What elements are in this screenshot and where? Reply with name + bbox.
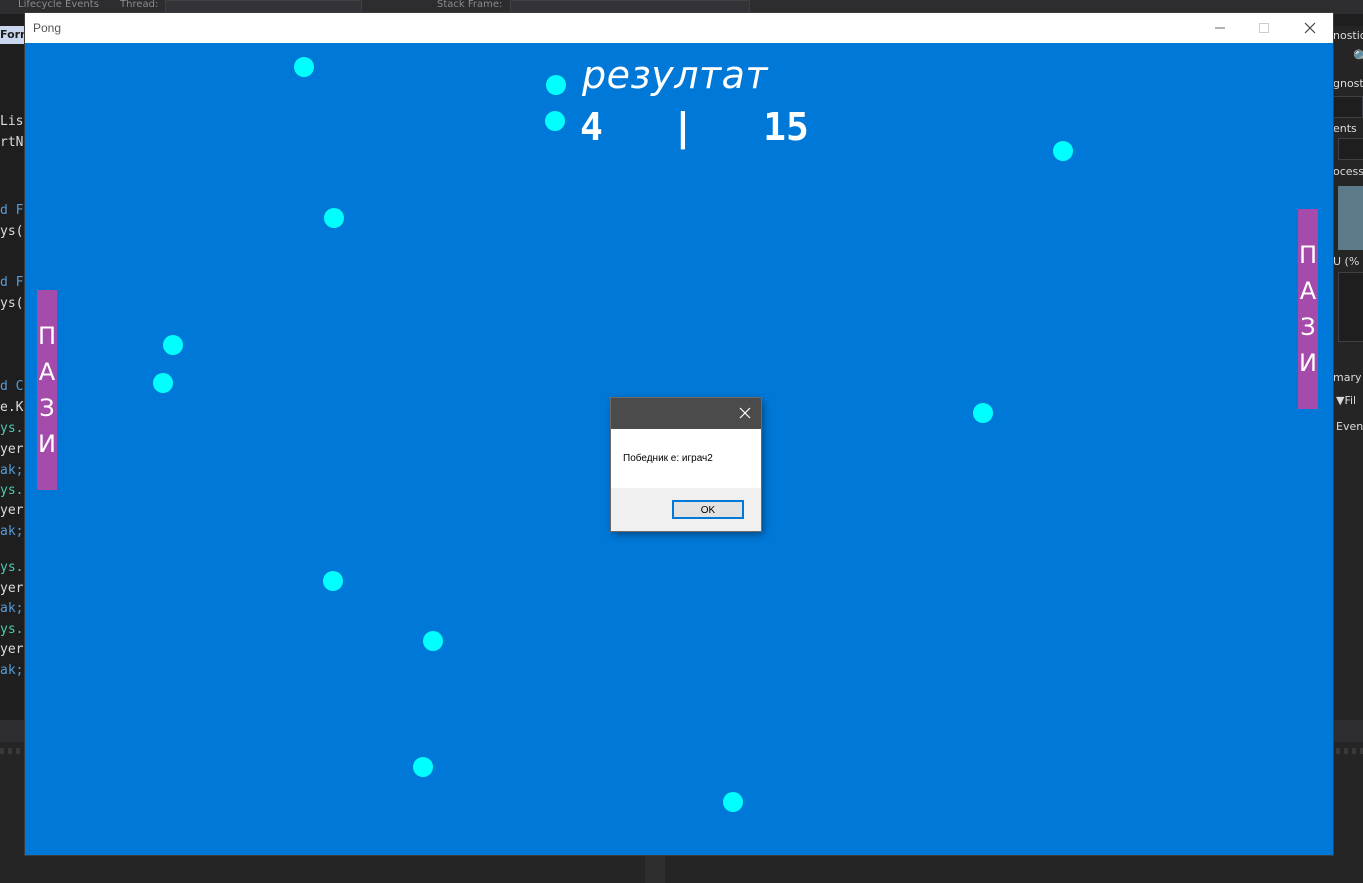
minimize-button[interactable]: [1197, 13, 1243, 43]
cpu-graph: [1338, 272, 1363, 342]
score-title: резултат: [582, 53, 769, 97]
ball: [324, 208, 344, 228]
code-line: List: [0, 114, 25, 129]
ball: [294, 57, 314, 77]
filter-button[interactable]: ▼Fil: [1336, 394, 1356, 407]
events-track[interactable]: [1338, 138, 1363, 160]
filter-label: Fil: [1344, 394, 1357, 407]
paddle-letter: З: [39, 394, 55, 422]
code-line: ys.: [0, 483, 24, 498]
ball: [723, 792, 743, 812]
paddle-letter: А: [1299, 277, 1317, 305]
stack-frame-dropdown[interactable]: [510, 0, 750, 14]
left-paddle: П А З И: [37, 290, 57, 490]
thread-label: Thread:: [120, 0, 159, 10]
ball: [153, 373, 173, 393]
window-title: Pong: [33, 21, 62, 35]
code-line: yer: [0, 503, 24, 518]
diagnostics-label-2: gnostic: [1333, 77, 1363, 90]
code-line: rtN: [0, 135, 24, 150]
score-left: 4: [580, 105, 603, 149]
ball: [973, 403, 993, 423]
code-line: d F: [0, 203, 24, 218]
code-line: ys(: [0, 296, 24, 311]
code-line: ak;: [0, 463, 24, 478]
close-icon: [1304, 22, 1316, 34]
code-line: yer: [0, 581, 24, 596]
code-line: d C: [0, 379, 24, 394]
lifecycle-events-label[interactable]: Lifecycle Events: [18, 0, 99, 10]
ball: [545, 111, 565, 131]
ball: [546, 75, 566, 95]
code-line: d F: [0, 275, 24, 290]
maximize-button: [1241, 13, 1287, 43]
code-line: ys(: [0, 224, 24, 239]
minimize-icon: [1215, 27, 1225, 29]
code-line: e.K: [0, 400, 24, 415]
code-line: ys.: [0, 560, 24, 575]
zoom-icon[interactable]: 🔍: [1353, 50, 1363, 65]
code-line: ak;: [0, 524, 24, 539]
close-button[interactable]: [1287, 13, 1333, 43]
ball: [413, 757, 433, 777]
diagnostics-timeline[interactable]: [1333, 96, 1363, 118]
paddle-letter: П: [1298, 241, 1318, 269]
ball: [423, 631, 443, 651]
dialog-message: Победник е: играч2: [623, 453, 713, 464]
summary-tab[interactable]: mary: [1333, 371, 1362, 384]
paddle-letter: П: [37, 322, 57, 350]
panel-splitter[interactable]: [645, 855, 665, 883]
dialog-close-button[interactable]: [737, 403, 753, 423]
ide-editor-tab[interactable]: Form: [0, 26, 32, 44]
window-titlebar[interactable]: Pong: [25, 13, 1333, 43]
maximize-icon: [1259, 23, 1269, 33]
close-icon: [739, 407, 751, 419]
ball: [323, 571, 343, 591]
cpu-label: U (%: [1333, 255, 1360, 268]
winner-dialog: Победник е: играч2 OK: [611, 398, 761, 531]
score-right: 15: [763, 105, 809, 149]
code-line: ak;: [0, 663, 24, 678]
events-label: ents: [1333, 122, 1357, 135]
diagnostics-label: nostic: [1333, 29, 1363, 42]
ball: [1053, 141, 1073, 161]
code-line: ys.: [0, 421, 24, 436]
ide-code-editor[interactable]: List rtN d F ys( d F ys( d C e.K ys. yer…: [0, 44, 25, 720]
ide-diagnostics-panel: nostic 🔍 gnostic ents ocess U (% mary ▼F…: [1333, 26, 1363, 720]
thread-dropdown[interactable]: [165, 0, 362, 14]
paddle-letter: З: [1300, 313, 1316, 341]
dialog-titlebar[interactable]: [611, 398, 761, 429]
paddle-letter: И: [38, 430, 56, 458]
ide-toolbar: Lifecycle Events Thread: Stack Frame:: [0, 0, 1363, 14]
paddle-letter: И: [1299, 349, 1317, 377]
score-separator: |: [671, 105, 695, 149]
memory-graph: [1338, 186, 1363, 250]
process-label: ocess: [1333, 165, 1363, 178]
code-line: yer: [0, 642, 24, 657]
stack-frame-label: Stack Frame:: [437, 0, 503, 10]
scoreboard: 4 | 15: [580, 105, 809, 149]
code-line: ak;: [0, 601, 24, 616]
events-column-header: Event: [1336, 420, 1363, 433]
paddle-letter: А: [38, 358, 56, 386]
ball: [163, 335, 183, 355]
code-line: ys.: [0, 622, 24, 637]
right-paddle: П А З И: [1298, 209, 1318, 409]
code-line: yer: [0, 442, 24, 457]
ok-button[interactable]: OK: [672, 500, 744, 519]
